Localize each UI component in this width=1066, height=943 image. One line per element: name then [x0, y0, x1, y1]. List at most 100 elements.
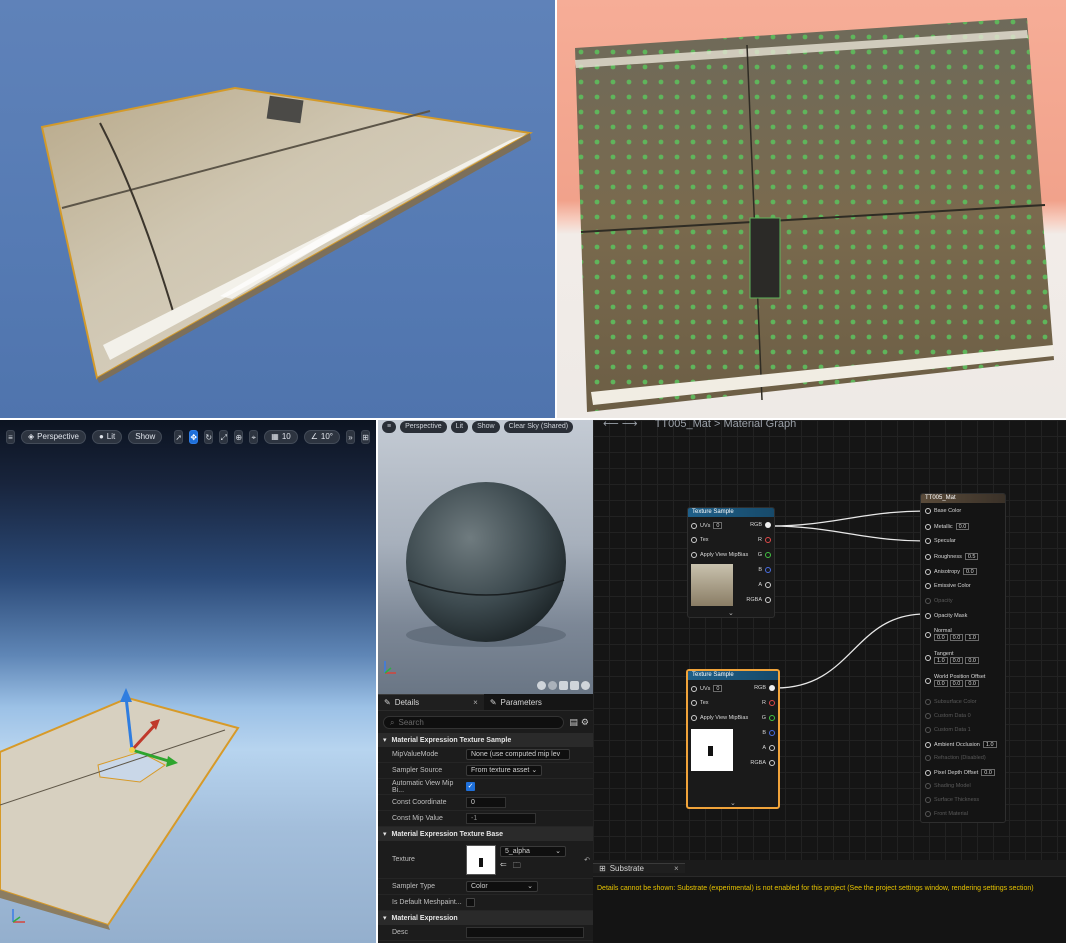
chevron-down-icon[interactable]: ⌄ [728, 609, 734, 617]
close-icon[interactable]: × [674, 864, 679, 873]
rgb-output-pin[interactable]: RGB [750, 522, 771, 528]
result-pin[interactable]: Anisotropy 0.0 [925, 568, 977, 575]
teapot-icon[interactable] [581, 681, 590, 690]
result-pin[interactable]: Front Material [925, 811, 968, 817]
world-position-offset-pin[interactable]: World Position Offset 0.0 0.0 0.0 [925, 674, 985, 687]
tab-parameters[interactable]: ✎ Parameters [484, 694, 548, 710]
pin-value-input[interactable]: 0.0 [955, 523, 970, 530]
tex-input-pin[interactable]: Tex [691, 537, 709, 543]
tangent-pin[interactable]: Tangent 1.0 0.0 0.0 [925, 651, 979, 664]
plane-icon[interactable] [559, 681, 568, 690]
result-pin[interactable]: Emissive Color [925, 583, 971, 589]
pin-socket[interactable] [925, 769, 931, 776]
pin-socket[interactable] [925, 538, 931, 544]
use-selected-icon[interactable]: ⇐ [500, 860, 507, 874]
pin-socket[interactable] [925, 755, 931, 761]
pin-socket[interactable] [925, 598, 931, 604]
gear-icon[interactable]: ⚙ [581, 717, 589, 728]
sphere-icon[interactable] [548, 681, 557, 690]
const-mip-value-input[interactable]: -1 [466, 813, 536, 824]
texture-thumbnail[interactable] [466, 844, 496, 875]
result-pin[interactable]: Opacity [925, 598, 953, 604]
mip-value-mode-dropdown[interactable]: None (use computed mip lev [466, 749, 570, 760]
pin-socket[interactable] [925, 797, 931, 803]
texture-asset-dropdown[interactable]: 5_alpha ⌄ [500, 845, 566, 857]
mipbias-input-pin[interactable]: Apply View MipBias [691, 715, 748, 721]
pin-socket[interactable] [925, 727, 931, 733]
texture-sample-node[interactable]: Texture Sample UVs 0 Tex Apply View MipB… [687, 507, 775, 618]
r-output-pin[interactable]: R [758, 537, 771, 543]
g-output-pin[interactable]: G [762, 715, 775, 721]
viewport-top-right[interactable] [557, 0, 1066, 418]
cylinder-icon[interactable] [537, 681, 546, 690]
pin-socket[interactable] [925, 654, 931, 661]
result-pin[interactable]: Base Color [925, 508, 961, 514]
pin-socket[interactable] [925, 783, 931, 789]
pin-socket[interactable] [925, 553, 931, 560]
vector-component-input[interactable]: 0.0 [949, 680, 964, 687]
pin-socket[interactable] [925, 699, 931, 705]
result-pin[interactable]: Custom Data 0 [925, 713, 971, 719]
r-output-pin[interactable]: R [762, 700, 775, 706]
a-output-pin[interactable]: A [758, 582, 771, 588]
g-output-pin[interactable]: G [758, 552, 771, 558]
material-preview[interactable]: ≡ Perspective Lit Show Clear Sky (Shared… [378, 420, 593, 694]
chevron-down-icon[interactable]: ⌄ [730, 799, 736, 807]
pin-socket[interactable] [925, 713, 931, 719]
texture-sample-node-selected[interactable]: Texture Sample UVs 0 Tex Apply View MipB… [686, 669, 780, 809]
pin-socket[interactable] [925, 741, 931, 748]
pin-value-input[interactable]: 1.0 [982, 741, 997, 748]
pin-value-input[interactable]: 0.5 [964, 553, 979, 560]
section-header[interactable]: ▾ Material Expression Texture Sample [378, 733, 593, 747]
rgba-output-pin[interactable]: RGBA [746, 597, 771, 603]
table-view-icon[interactable]: ▤ [569, 717, 578, 728]
a-output-pin[interactable]: A [762, 745, 775, 751]
const-coordinate-input[interactable]: 0 [466, 797, 506, 808]
tab-substrate[interactable]: ⊞ Substrate × [593, 863, 685, 873]
rgb-output-pin[interactable]: RGB [754, 685, 775, 691]
pin-socket[interactable] [925, 523, 931, 530]
pin-socket[interactable] [925, 811, 931, 817]
viewport-top-left[interactable] [0, 0, 555, 418]
result-pin[interactable]: Subsurface Color [925, 699, 977, 705]
vector-component-input[interactable]: 0.0 [949, 634, 964, 641]
vector-component-input[interactable]: 0.0 [934, 680, 948, 687]
reset-arrow-icon[interactable]: ↶ [584, 856, 590, 864]
pin-socket[interactable] [925, 568, 931, 575]
uvs-input-pin[interactable]: UVs 0 [691, 522, 723, 529]
section-header[interactable]: ▾ Material Expression [378, 911, 593, 925]
sampler-source-dropdown[interactable]: From texture asset ⌄ [466, 765, 543, 776]
details-search-input[interactable]: ⌕ Search [383, 716, 565, 729]
vector-component-input[interactable]: 0.0 [965, 657, 979, 664]
vector-component-input[interactable]: 1.0 [934, 657, 948, 664]
b-output-pin[interactable]: B [758, 567, 771, 573]
pin-socket[interactable] [925, 613, 931, 619]
default-meshpaint-checkbox[interactable] [466, 898, 475, 907]
vector-component-input[interactable]: 1.0 [965, 634, 979, 641]
result-pin[interactable]: Ambient Occlusion 1.0 [925, 741, 997, 748]
result-pin[interactable]: Refraction (Disabled) [925, 755, 986, 761]
cube-shape-icon[interactable] [570, 681, 579, 690]
browse-icon[interactable]: 🗀 [513, 860, 521, 874]
pin-socket[interactable] [925, 677, 931, 684]
vector-component-input[interactable]: 0.0 [934, 634, 948, 641]
pin-value-input[interactable]: 0.0 [963, 568, 977, 575]
rgba-output-pin[interactable]: RGBA [750, 760, 775, 766]
tex-input-pin[interactable]: Tex [691, 700, 709, 706]
result-pin[interactable]: Shading Model [925, 783, 971, 789]
vector-component-input[interactable]: 0.0 [949, 657, 964, 664]
viewport-bottom-left[interactable]: ≡ ◈ Perspective ● Lit Show ➚ ✥ ↻ ⤢ ⊕ ⌖ ▦… [0, 420, 376, 943]
pin-socket[interactable] [925, 631, 931, 638]
close-icon[interactable]: × [473, 698, 478, 707]
uvs-value[interactable]: 0 [713, 522, 723, 529]
uvs-input-pin[interactable]: UVs 0 [691, 685, 723, 692]
result-pin[interactable]: Pixel Depth Offset 0.0 [925, 769, 995, 776]
material-result-node[interactable]: TT005_Mat Base Color Metallic 0.0 Specular R… [920, 493, 1006, 823]
result-pin[interactable]: Custom Data 1 [925, 727, 971, 733]
mipbias-input-pin[interactable]: Apply View MipBias [691, 552, 748, 558]
material-graph[interactable]: ⟵ ⟶ TT005_Mat > Material Graph Texture S… [593, 420, 1066, 860]
desc-input[interactable] [466, 927, 584, 938]
pin-value-input[interactable]: 0.0 [981, 769, 995, 776]
pin-socket[interactable] [925, 508, 931, 514]
result-pin[interactable]: Opacity Mask [925, 613, 967, 619]
